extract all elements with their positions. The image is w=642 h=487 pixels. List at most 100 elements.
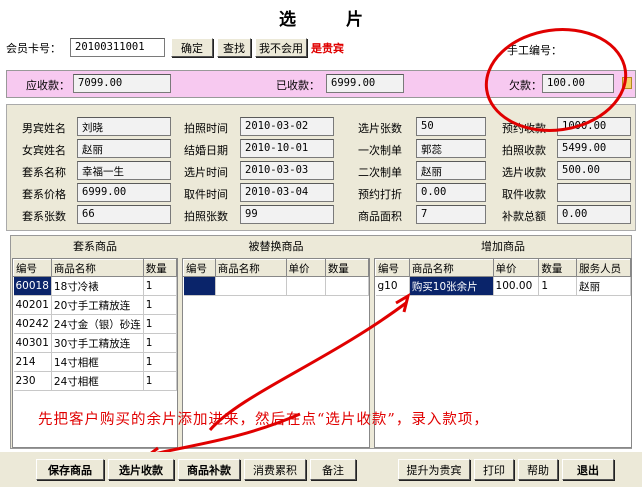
table-cell[interactable]: 1 xyxy=(143,314,178,334)
info-value-field[interactable]: 赵丽 xyxy=(77,139,171,158)
info-label: 女宾姓名 xyxy=(22,144,66,157)
table-row[interactable]: 40242 24寸金（银）砂连 1 xyxy=(13,314,178,334)
owed-flag-icon xyxy=(622,77,632,89)
info-value-field[interactable] xyxy=(557,183,631,202)
table-cell[interactable]: 1 xyxy=(143,352,178,372)
info-value-field[interactable]: 0.00 xyxy=(416,183,486,202)
print-button[interactable]: 打印 xyxy=(474,459,514,480)
table-cell[interactable]: 24寸金（银）砂连 xyxy=(51,314,144,334)
table-cell[interactable]: 18寸冷裱 xyxy=(51,276,144,296)
upgrade-vip-button[interactable]: 提升为贵宾 xyxy=(398,459,470,480)
table-cell[interactable]: 214 xyxy=(13,352,52,372)
column-header[interactable]: 服务人员 xyxy=(576,259,631,277)
info-value-field[interactable]: 99 xyxy=(240,205,334,224)
column-header[interactable]: 编号 xyxy=(375,259,410,277)
table-cell[interactable]: 1 xyxy=(143,295,178,315)
page-title: 选片 xyxy=(279,10,413,30)
added-goods-table: 编号 商品名称 单价 数量 服务人员 g10 购买10张余片 100.00 1 赵丽 xyxy=(375,259,631,296)
info-value-field[interactable]: 6999.00 xyxy=(77,183,171,202)
received-field[interactable]: 6999.00 xyxy=(326,74,404,93)
table-cell[interactable]: 40201 xyxy=(13,295,52,315)
remark-button[interactable]: 备注 xyxy=(310,459,356,480)
table-cell[interactable]: 20寸手工精放连 xyxy=(51,295,144,315)
info-value-field[interactable]: 2010-03-02 xyxy=(240,117,334,136)
member-card-label: 会员卡号： xyxy=(6,42,61,55)
table-cell[interactable]: 1 xyxy=(143,276,178,296)
table-cell[interactable]: 1 xyxy=(538,276,578,296)
table-cell[interactable] xyxy=(183,276,216,296)
info-value-field[interactable]: 50 xyxy=(416,117,486,136)
received-label: 已收款： xyxy=(276,79,320,92)
column-header[interactable]: 商品名称 xyxy=(214,259,287,277)
info-value-field[interactable]: 7 xyxy=(416,205,486,224)
points-button[interactable]: 消费累积 xyxy=(244,459,306,480)
table-cell[interactable]: 24寸相框 xyxy=(51,371,144,391)
vip-status-label: 是贵宾 xyxy=(311,42,344,55)
info-value-field[interactable]: 赵丽 xyxy=(416,161,486,180)
receivable-field[interactable]: 7099.00 xyxy=(73,74,171,93)
info-label: 选片张数 xyxy=(358,122,402,135)
table-cell[interactable]: 60018 xyxy=(13,276,52,296)
confirm-button[interactable]: 确定 xyxy=(171,38,213,57)
table-cell[interactable]: 30寸手工精放连 xyxy=(51,333,144,353)
goods-payment-button[interactable]: 商品补款 xyxy=(178,459,240,480)
info-value-field[interactable]: 500.00 xyxy=(557,161,631,180)
info-value-field[interactable]: 2010-03-03 xyxy=(240,161,334,180)
info-value-field[interactable]: 66 xyxy=(77,205,171,224)
column-header[interactable]: 数量 xyxy=(538,259,578,277)
search-button[interactable]: 查找 xyxy=(217,38,251,57)
info-label: 男宾姓名 xyxy=(22,122,66,135)
table-row-empty[interactable] xyxy=(183,276,370,296)
no-card-button[interactable]: 我不会用 xyxy=(255,38,307,57)
table-cell[interactable]: 14寸相框 xyxy=(51,352,144,372)
table-cell[interactable] xyxy=(215,276,287,296)
table-cell[interactable] xyxy=(286,276,326,296)
table-cell[interactable] xyxy=(325,276,370,296)
table-row[interactable]: 60018 18寸冷裱 1 xyxy=(13,276,178,296)
member-card-input[interactable]: 20100311001 xyxy=(70,38,165,57)
owed-field[interactable]: 100.00 xyxy=(542,74,614,93)
column-header[interactable]: 编号 xyxy=(183,259,216,277)
staff-number-label: 手工编号： xyxy=(507,44,562,57)
table-cell[interactable]: 1 xyxy=(143,333,178,353)
info-label: 套系价格 xyxy=(22,188,66,201)
table-cell[interactable]: 230 xyxy=(13,371,52,391)
column-header[interactable]: 商品名称 xyxy=(50,259,144,277)
info-value-field[interactable]: 0.00 xyxy=(557,205,631,224)
table-cell[interactable]: 40301 xyxy=(13,333,52,353)
table-cell[interactable]: 赵丽 xyxy=(576,276,631,296)
column-header[interactable]: 数量 xyxy=(324,259,370,277)
column-header[interactable]: 单价 xyxy=(285,259,326,277)
info-value-field[interactable]: 2010-10-01 xyxy=(240,139,334,158)
save-goods-button[interactable]: 保存商品 xyxy=(36,459,104,480)
table-row[interactable]: 40201 20寸手工精放连 1 xyxy=(13,295,178,315)
column-header[interactable]: 商品名称 xyxy=(408,259,494,277)
select-payment-button[interactable]: 选片收款 xyxy=(108,459,174,480)
table-row[interactable]: 230 24寸相框 1 xyxy=(13,371,178,391)
info-value-field[interactable]: 2010-03-04 xyxy=(240,183,334,202)
receivable-label: 应收款： xyxy=(26,79,70,92)
exit-button[interactable]: 退出 xyxy=(562,459,614,480)
table-cell[interactable]: 购买10张余片 xyxy=(409,276,494,296)
info-value-field[interactable]: 刘晓 xyxy=(77,117,171,136)
replaced-goods-table: 编号 商品名称 单价 数量 xyxy=(183,259,370,296)
column-header[interactable]: 数量 xyxy=(142,259,178,277)
info-value-field[interactable]: 5499.00 xyxy=(557,139,631,158)
table-row[interactable]: g10 购买10张余片 100.00 1 赵丽 xyxy=(375,276,631,296)
added-goods-title: 增加商品 xyxy=(481,240,525,253)
table-cell[interactable]: 1 xyxy=(143,371,178,391)
info-value-field[interactable]: 幸福一生 xyxy=(77,161,171,180)
info-value-field[interactable]: 郭蕊 xyxy=(416,139,486,158)
table-cell[interactable]: 40242 xyxy=(13,314,52,334)
table-row[interactable]: 214 14寸相框 1 xyxy=(13,352,178,372)
info-label: 预约收款 xyxy=(502,122,546,135)
help-button[interactable]: 帮助 xyxy=(518,459,558,480)
table-cell[interactable]: 100.00 xyxy=(493,276,540,296)
info-label: 套系名称 xyxy=(22,166,66,179)
table-row[interactable]: 40301 30寸手工精放连 1 xyxy=(13,333,178,353)
info-value-field[interactable]: 1000.00 xyxy=(557,117,631,136)
column-header[interactable]: 单价 xyxy=(492,259,540,277)
table-cell[interactable]: g10 xyxy=(375,276,410,296)
column-header[interactable]: 编号 xyxy=(13,259,52,277)
info-label: 选片收款 xyxy=(502,166,546,179)
